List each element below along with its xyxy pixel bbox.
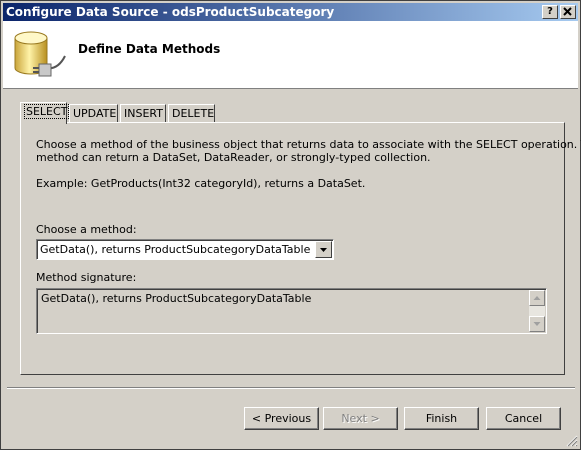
cancel-button[interactable]: Cancel bbox=[486, 407, 561, 430]
window-title: Configure Data Source - odsProductSubcat… bbox=[6, 5, 335, 19]
next-button[interactable]: Next > bbox=[323, 407, 398, 430]
signature-scrollbar[interactable] bbox=[529, 290, 545, 332]
method-dropdown-value: GetData(), returns ProductSubcategoryDat… bbox=[40, 243, 311, 256]
example-text: Example: GetProducts(Int32 categoryId), … bbox=[36, 177, 366, 190]
database-plug-icon bbox=[14, 31, 66, 77]
method-signature-value: GetData(), returns ProductSubcategoryDat… bbox=[41, 292, 312, 305]
method-dropdown[interactable]: GetData(), returns ProductSubcategoryDat… bbox=[36, 239, 334, 260]
tab-select-label: SELECT bbox=[24, 104, 70, 119]
footer-separator bbox=[7, 387, 575, 389]
choose-method-label: Choose a method: bbox=[36, 223, 137, 236]
scroll-down-button[interactable] bbox=[529, 316, 545, 332]
page-title: Define Data Methods bbox=[78, 42, 221, 56]
method-signature-box: GetData(), returns ProductSubcategoryDat… bbox=[36, 288, 547, 334]
chevron-down-icon bbox=[320, 248, 327, 252]
select-tab-panel: Choose a method of the business object t… bbox=[20, 122, 581, 375]
scroll-up-button[interactable] bbox=[529, 290, 545, 306]
method-signature-label: Method signature: bbox=[36, 271, 137, 284]
configure-data-source-dialog: Configure Data Source - odsProductSubcat… bbox=[0, 0, 581, 450]
close-icon bbox=[563, 7, 572, 16]
tab-delete[interactable]: DELETE bbox=[168, 104, 215, 124]
dropdown-arrow-button[interactable] bbox=[315, 241, 332, 258]
arrow-down-icon bbox=[533, 322, 541, 326]
tab-update[interactable]: UPDATE bbox=[69, 104, 118, 124]
help-button[interactable]: ? bbox=[542, 5, 558, 19]
description-line-1: Choose a method of the business object t… bbox=[36, 138, 581, 151]
tab-insert[interactable]: INSERT bbox=[120, 104, 166, 124]
description-line-2: method can return a DataSet, DataReader,… bbox=[36, 151, 431, 164]
previous-button[interactable]: < Previous bbox=[244, 407, 319, 430]
title-bar[interactable]: Configure Data Source - odsProductSubcat… bbox=[3, 3, 578, 21]
close-button[interactable] bbox=[560, 5, 576, 19]
wizard-header: Define Data Methods bbox=[3, 21, 578, 89]
resize-grip-icon[interactable] bbox=[566, 435, 578, 447]
tab-select[interactable]: SELECT bbox=[20, 102, 70, 124]
arrow-up-icon bbox=[533, 296, 541, 300]
finish-button[interactable]: Finish bbox=[404, 407, 479, 430]
